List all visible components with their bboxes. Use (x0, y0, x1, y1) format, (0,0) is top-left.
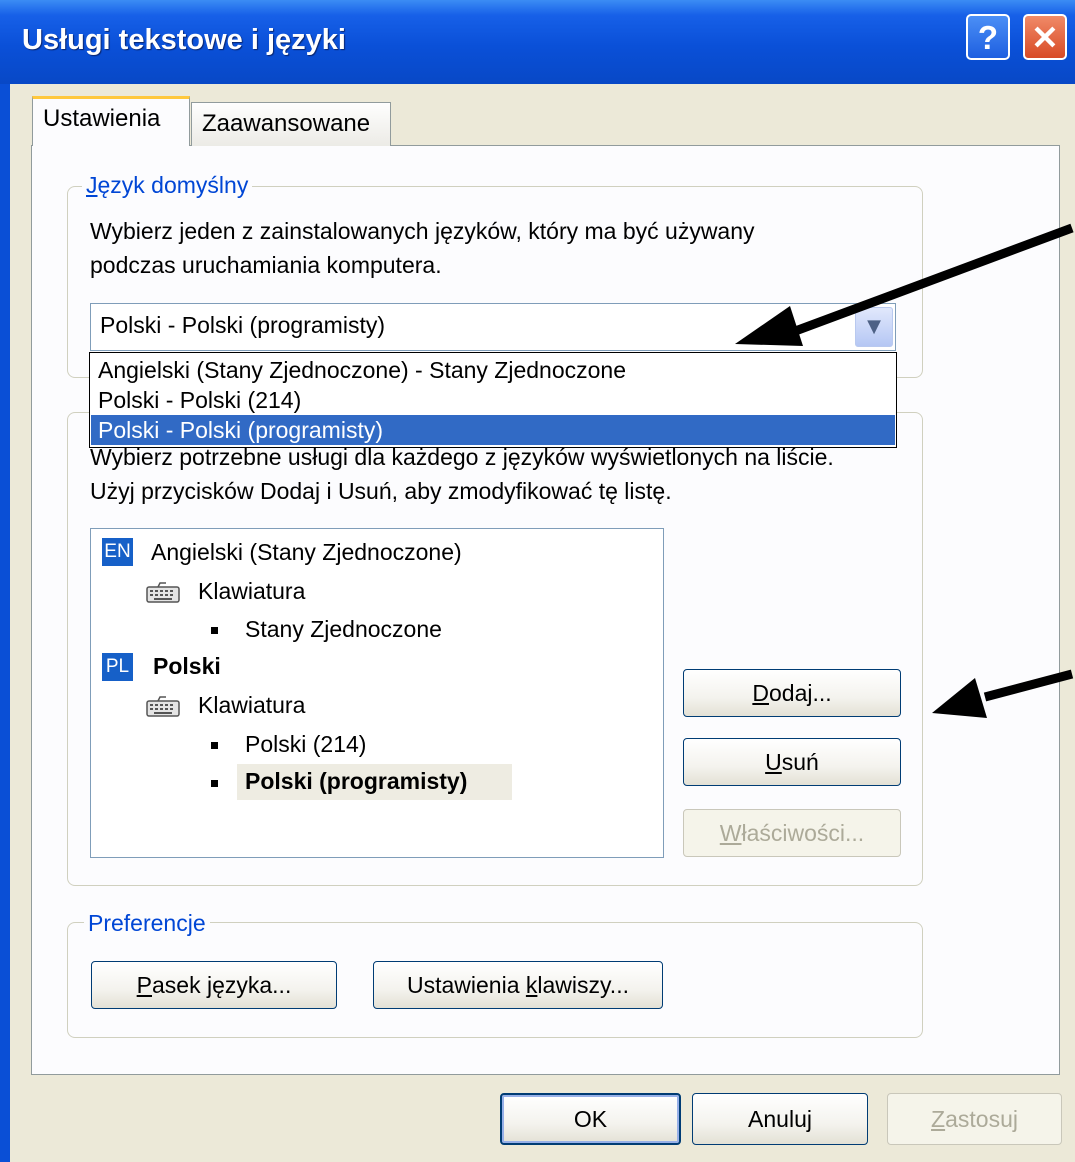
key-settings-label: lawiszy... (537, 972, 629, 998)
tree-bullet (211, 742, 218, 749)
default-language-description-line2: podczas uruchamiania komputera. (90, 252, 442, 278)
default-language-legend-text: ęzyk domyślny (97, 172, 249, 198)
tree-category-pl-keyboard[interactable]: Klawiatura (198, 692, 305, 719)
combobox-selected-value: Polski - Polski (programisty) (100, 312, 385, 338)
dropdown-option[interactable]: Angielski (Stany Zjednoczone) - Stany Zj… (91, 355, 895, 385)
tree-bullet (211, 780, 218, 787)
tab-ustawienia[interactable]: Ustawienia (32, 96, 190, 146)
properties-button[interactable]: Właściwości... (683, 809, 901, 857)
add-button[interactable]: Dodaj... (683, 669, 901, 717)
apply-button-label: astosuj (945, 1106, 1018, 1132)
apply-button[interactable]: Zastosuj (887, 1093, 1062, 1145)
tree-layout-pl-214[interactable]: Polski (214) (245, 731, 366, 758)
tree-category-en-keyboard[interactable]: Klawiatura (198, 578, 305, 605)
services-description-line2: Użyj przycisków Dodaj i Usuń, aby zmodyf… (90, 478, 672, 504)
default-language-dropdown-list[interactable]: Angielski (Stany Zjednoczone) - Stany Zj… (89, 352, 897, 448)
tree-language-pl[interactable]: Polski (153, 653, 221, 680)
properties-button-label: łaściwości... (741, 820, 865, 846)
installed-services-tree[interactable] (90, 528, 664, 858)
keyboard-icon (146, 582, 180, 603)
default-language-legend: Język domyślny (82, 172, 253, 199)
add-button-label: odaj... (768, 680, 832, 706)
properties-button-mnemonic: W (719, 820, 742, 846)
close-button[interactable]: ✕ (1023, 14, 1067, 60)
apply-button-mnemonic: Z (931, 1106, 946, 1132)
language-bar-button[interactable]: Pasek języka... (91, 961, 337, 1009)
tree-bullet (211, 627, 218, 634)
dropdown-option[interactable]: Polski - Polski (214) (91, 385, 895, 415)
remove-button[interactable]: Usuń (683, 738, 901, 786)
cancel-button[interactable]: Anuluj (692, 1093, 868, 1145)
services-description-line1: Wybierz potrzebne usługi dla każdego z j… (90, 444, 834, 470)
key-settings-mnemonic: k (525, 972, 538, 998)
default-language-description-line1: Wybierz jeden z zainstalowanych języków,… (90, 218, 755, 244)
chevron-down-icon[interactable]: ▼ (855, 307, 893, 347)
language-bar-mnemonic: P (136, 972, 152, 998)
key-settings-button[interactable]: Ustawienia klawiszy... (373, 961, 663, 1009)
remove-button-label: suń (781, 749, 819, 775)
ok-button[interactable]: OK (500, 1093, 681, 1145)
language-badge-en: EN (102, 538, 133, 566)
keyboard-icon (146, 696, 180, 717)
add-button-mnemonic: D (752, 680, 769, 706)
language-bar-label: asek języka... (152, 972, 292, 998)
language-badge-pl: PL (102, 653, 133, 681)
tab-zaawansowane[interactable]: Zaawansowane (191, 102, 391, 146)
dropdown-option-selected[interactable]: Polski - Polski (programisty) (91, 415, 895, 445)
tree-layout-pl-programmer[interactable]: Polski (programisty) (245, 768, 467, 795)
remove-button-mnemonic: U (765, 749, 782, 775)
key-settings-label-prefix: Ustawienia (407, 972, 526, 998)
tree-layout-en-us[interactable]: Stany Zjednoczone (245, 616, 442, 643)
help-button[interactable]: ? (966, 14, 1010, 60)
window-title: Usługi tekstowe i języki (22, 24, 346, 56)
tree-language-en[interactable]: Angielski (Stany Zjednoczone) (151, 539, 462, 566)
title-bar[interactable]: Usługi tekstowe i języki ? ✕ (0, 0, 1075, 84)
preferences-legend: Preferencje (84, 910, 210, 937)
